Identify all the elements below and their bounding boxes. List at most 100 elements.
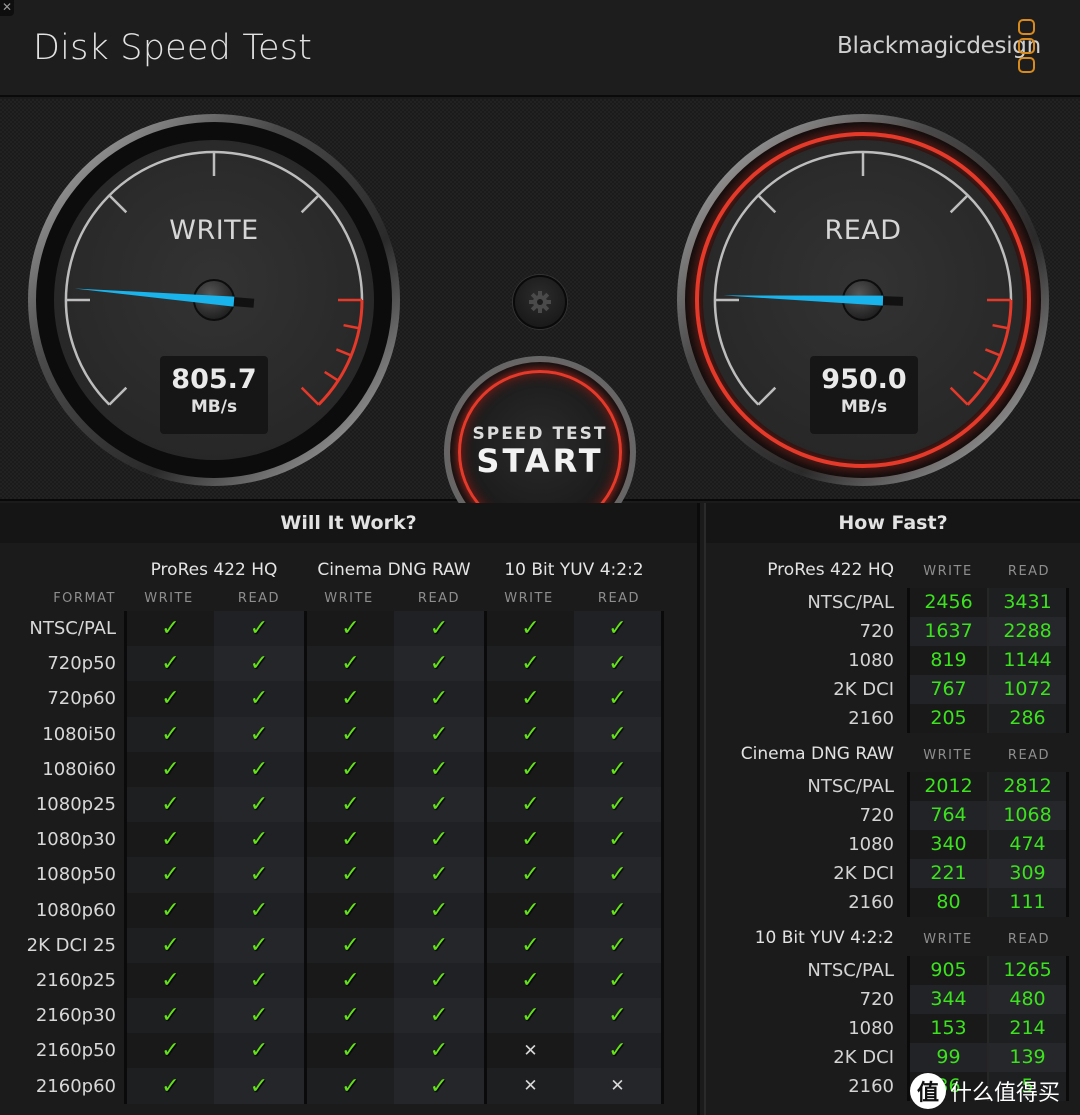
compat-cell: ✓ <box>124 892 214 928</box>
hf-read-value: 309 <box>987 859 1069 888</box>
compat-cell: ✓ <box>304 716 394 752</box>
hf-write-value: 344 <box>907 985 987 1014</box>
check-icon: ✓ <box>521 827 540 853</box>
codec-header-cdng: Cinema DNG RAW <box>317 560 471 580</box>
app-header: Disk Speed Test Blackmagicdesign <box>0 0 1080 97</box>
compat-cell: ✓ <box>574 716 664 752</box>
table-row: ✓ ✓ ✓ ✓ ✓ ✓ <box>124 751 668 787</box>
close-button[interactable]: ✕ <box>0 0 14 16</box>
hf-read-value: 2288 <box>987 617 1069 646</box>
compat-cell: ✓ <box>304 962 394 999</box>
check-icon: ✓ <box>161 686 180 712</box>
hf-read-value: 1144 <box>987 646 1069 675</box>
hf-codec-title: Cinema DNG RAW <box>740 744 894 764</box>
write-gauge-title: WRITE <box>169 215 259 246</box>
check-icon: ✓ <box>429 862 449 888</box>
check-icon: ✓ <box>341 651 360 677</box>
format-label: 2K DCI 25 <box>26 934 116 956</box>
compat-cell: ✓ <box>124 611 214 647</box>
compat-cell: ✓ <box>124 786 214 823</box>
hf-read-header: READ <box>1007 748 1051 763</box>
table-row: ✓ ✓ ✓ ✓ ✓ ✓ <box>124 857 668 893</box>
format-label: 1080p30 <box>35 829 116 851</box>
check-icon: ✓ <box>341 1003 360 1029</box>
hf-write-value: 1637 <box>907 617 987 646</box>
compat-cell: ✓ <box>304 1033 394 1069</box>
hf-read-value: 3431 <box>987 588 1069 617</box>
hf-table: NTSC/PAL 2456 3431 720 1637 2288 1080 819 1144 2K… <box>706 588 1080 733</box>
check-icon: ✓ <box>161 792 180 818</box>
check-icon: ✓ <box>161 827 180 853</box>
hf-row-label: NTSC/PAL <box>807 776 894 797</box>
check-icon: ✓ <box>608 897 627 923</box>
table-row: 720 764 1068 <box>706 801 1080 830</box>
check-icon: ✓ <box>249 1073 269 1099</box>
compat-cell: ✓ <box>304 681 394 717</box>
compat-cell: ✓ <box>394 716 484 752</box>
check-icon: ✓ <box>341 721 360 747</box>
check-icon: ✓ <box>521 756 540 782</box>
check-icon: ✓ <box>249 897 269 923</box>
hf-row-label: 1080 <box>848 834 894 855</box>
write-speed-value: 805.7 <box>171 364 257 395</box>
hf-row-label: 1080 <box>848 1018 894 1039</box>
read-readout: 950.0 MB/s <box>810 356 918 434</box>
check-icon: ✓ <box>429 967 449 993</box>
compat-cell: ✓ <box>574 751 664 787</box>
check-icon: ✓ <box>161 967 180 993</box>
compat-cell: ✓ <box>214 786 304 823</box>
check-icon: ✓ <box>249 721 269 747</box>
hf-codec-title: ProRes 422 HQ <box>767 560 894 580</box>
compat-cell: ✓ <box>574 611 664 647</box>
check-icon: ✓ <box>608 792 627 818</box>
table-row: ✓ ✓ ✓ ✓ ✓ ✓ <box>124 786 668 823</box>
hf-row-label: 2K DCI <box>833 863 894 884</box>
compat-cell: ✓ <box>484 611 574 647</box>
hf-row-label: 720 <box>859 805 894 826</box>
check-icon: ✓ <box>429 827 449 853</box>
compat-cell: ✓ <box>304 786 394 823</box>
compat-cell: ✓ <box>214 998 304 1034</box>
check-icon: ✓ <box>341 1038 360 1064</box>
check-icon: ✓ <box>161 721 180 747</box>
hf-row-label: 720 <box>859 989 894 1010</box>
check-icon: ✓ <box>608 1003 627 1029</box>
table-row: 2160 205 286 <box>706 704 1080 733</box>
check-icon: ✓ <box>429 792 449 818</box>
hf-write-header: WRITE <box>923 932 973 947</box>
check-icon: ✓ <box>341 792 360 818</box>
how-fast-title: How Fast? <box>706 503 1080 543</box>
compat-cell: ✓ <box>214 611 304 647</box>
start-button-subtitle: SPEED TEST <box>472 424 608 444</box>
hf-write-value: 205 <box>907 704 987 733</box>
check-icon: ✓ <box>341 862 360 888</box>
compat-cell: ✓ <box>124 857 214 893</box>
table-row: NTSC/PAL 2456 3431 <box>706 588 1080 617</box>
format-label: 2160p25 <box>35 970 116 991</box>
table-row: 2K DCI 221 309 <box>706 859 1080 888</box>
hf-row-label: 2160 <box>848 708 894 729</box>
hf-write-value: 905 <box>907 956 987 985</box>
compat-cell: ✓ <box>484 857 574 893</box>
settings-button[interactable] <box>513 275 567 329</box>
compat-cell: ✕ <box>484 1068 574 1104</box>
compat-cell: ✓ <box>394 611 484 647</box>
hf-write-value: 764 <box>907 801 987 830</box>
compat-cell: ✓ <box>214 716 304 752</box>
check-icon: ✓ <box>429 1003 449 1029</box>
check-icon: ✓ <box>341 1073 360 1099</box>
compat-cell: ✓ <box>574 927 664 963</box>
check-icon: ✓ <box>249 862 269 888</box>
hf-read-value: 214 <box>987 1014 1069 1043</box>
check-icon: ✓ <box>249 616 269 642</box>
table-row: 1080 819 1144 <box>706 646 1080 675</box>
compat-cell: ✕ <box>484 1033 574 1069</box>
check-icon: ✓ <box>161 1073 180 1099</box>
check-icon: ✓ <box>608 827 627 853</box>
check-icon: ✓ <box>429 756 449 782</box>
hf-write-value: 99 <box>907 1043 987 1072</box>
subcol-header: READ <box>237 591 281 606</box>
compat-cell: ✓ <box>214 927 304 963</box>
hf-read-value: 480 <box>987 985 1069 1014</box>
table-row: NTSC/PAL 905 1265 <box>706 956 1080 985</box>
